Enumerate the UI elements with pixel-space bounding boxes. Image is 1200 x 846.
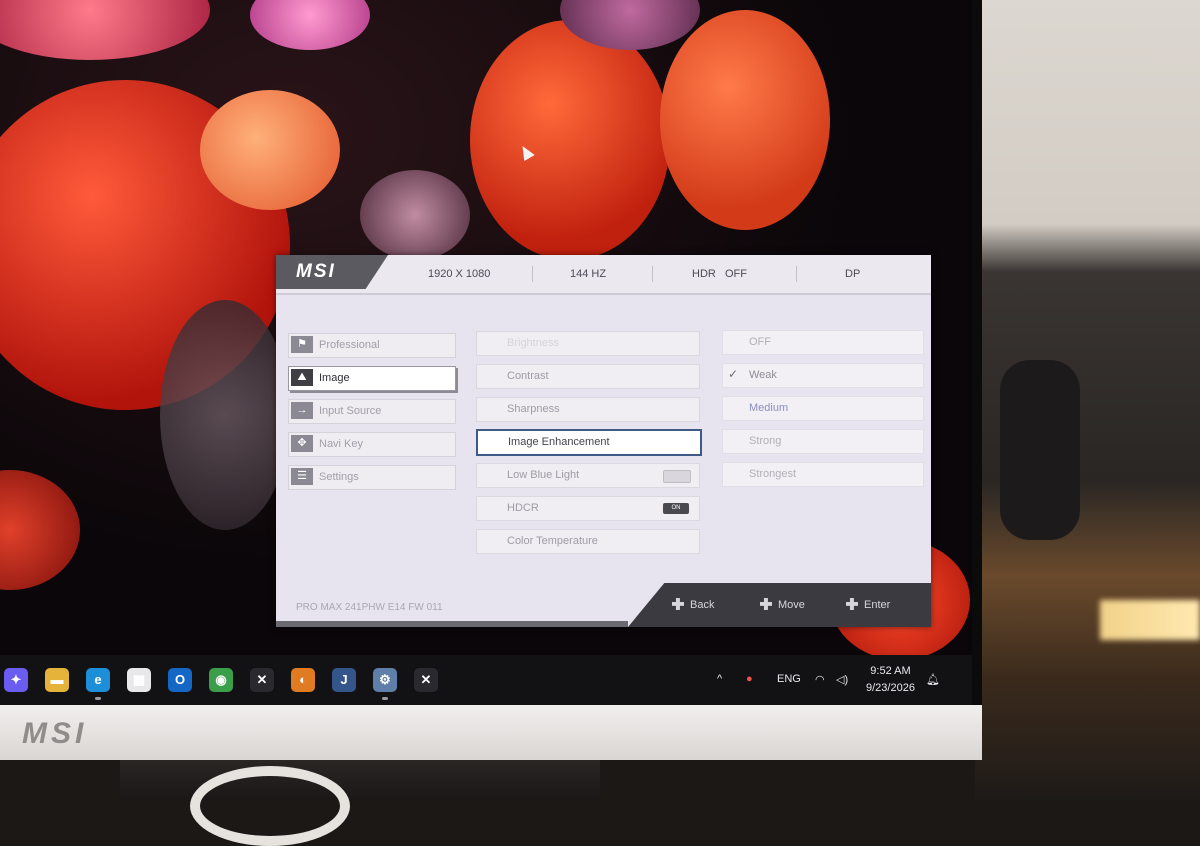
menu-label: Input Source: [319, 405, 382, 417]
joystick-icon: ✥: [291, 435, 313, 452]
notification-status-icon[interactable]: ●: [746, 673, 753, 685]
option-strong[interactable]: Strong: [722, 429, 924, 454]
language-indicator[interactable]: ENG: [777, 673, 801, 685]
navi-key-icon: [672, 598, 684, 610]
submenu-contrast[interactable]: Contrast: [476, 364, 700, 389]
submenu-label: Brightness: [507, 337, 559, 349]
sliders-icon: ☰: [291, 468, 313, 485]
status-divider: [652, 266, 653, 282]
submenu-label: Sharpness: [507, 403, 560, 415]
arrow-right-icon: →: [291, 402, 313, 419]
capcut-icon-2[interactable]: ✕: [414, 668, 438, 692]
background-lamp: [1100, 600, 1200, 640]
submenu-low-blue-light[interactable]: Low Blue Light: [476, 463, 700, 488]
option-strongest[interactable]: Strongest: [722, 462, 924, 487]
submenu-label: Color Temperature: [507, 535, 598, 547]
osd-menu-navi-key[interactable]: ✥ Navi Key: [288, 432, 456, 457]
menu-label: Navi Key: [319, 438, 364, 450]
running-app-indicator: [95, 697, 101, 700]
menu-label: Image: [319, 372, 350, 384]
submenu-sharpness[interactable]: Sharpness: [476, 397, 700, 422]
hdr-label: HDR: [692, 268, 716, 280]
nav-move-hint[interactable]: Move: [760, 598, 805, 611]
status-divider: [796, 266, 797, 282]
jpeg-viewer-icon[interactable]: J: [332, 668, 356, 692]
capcut-icon[interactable]: ✕: [250, 668, 274, 692]
osd-menu-image[interactable]: ⛰ Image: [288, 366, 456, 391]
submenu-label: HDCR: [507, 502, 539, 514]
monitor-stand: [120, 760, 600, 800]
navi-key-icon: [846, 598, 858, 610]
submenu-label: Low Blue Light: [507, 469, 580, 481]
outlook-icon[interactable]: O: [168, 668, 192, 692]
copilot-icon[interactable]: ✦: [4, 668, 28, 692]
option-weak[interactable]: ✓ Weak: [722, 363, 924, 388]
refresh-rate-readout: 144 HZ: [570, 268, 607, 280]
nav-enter-hint[interactable]: Enter: [846, 598, 890, 611]
menu-label: Settings: [319, 471, 359, 483]
nav-back-label: Back: [690, 599, 715, 611]
osd-menu-settings[interactable]: ☰ Settings: [288, 465, 456, 490]
low-blue-light-toggle[interactable]: [663, 470, 691, 483]
input-readout: DP: [845, 268, 861, 280]
osd-brand-logo: MSI: [276, 255, 388, 289]
option-medium[interactable]: Medium: [722, 396, 924, 421]
notifications-bell-icon[interactable]: 🔔︎: [926, 673, 940, 686]
submenu-brightness[interactable]: Brightness: [476, 331, 700, 356]
nav-move-label: Move: [778, 599, 805, 611]
osd-bottom-edge: [276, 621, 628, 627]
submenu-image-enhancement[interactable]: Image Enhancement: [476, 429, 702, 456]
edge-icon[interactable]: e: [86, 668, 110, 692]
checkmark-icon: ✓: [728, 367, 739, 381]
osd-brand-text: MSI: [296, 261, 336, 282]
monitor-osd-panel: MSI 1920 X 1080 144 HZ HDR OFF DP ⚑ Prof…: [276, 255, 931, 627]
resolution-readout: 1920 X 1080: [428, 268, 491, 280]
status-divider: [532, 266, 533, 282]
model-firmware-info: PRO MAX 241PHW E14 FW 011: [296, 602, 443, 613]
taskbar-clock[interactable]: 9:52 AM 9/23/2026: [866, 663, 915, 697]
navi-key-icon: [760, 598, 772, 610]
file-explorer-icon[interactable]: ▬: [45, 668, 69, 692]
microsoft-store-icon[interactable]: ▦: [127, 668, 151, 692]
volume-icon[interactable]: ◁): [836, 673, 848, 686]
background-chair: [1000, 360, 1080, 540]
wifi-icon[interactable]: ◠: [815, 673, 825, 686]
running-app-indicator: [382, 697, 388, 700]
image-icon: ⛰: [291, 369, 313, 386]
submenu-color-temperature[interactable]: Color Temperature: [476, 529, 700, 554]
hdr-value: OFF: [725, 268, 747, 280]
blender-icon[interactable]: ◐: [291, 668, 315, 692]
tray-overflow-chevron-icon[interactable]: ^: [717, 673, 722, 685]
menu-label: Professional: [319, 339, 380, 351]
option-label: Weak: [749, 369, 777, 381]
nav-back-hint[interactable]: Back: [672, 598, 714, 611]
hdcr-toggle[interactable]: ON: [663, 503, 689, 514]
option-label: Medium: [749, 402, 789, 414]
desktop-wallpaper: MSI 1920 X 1080 144 HZ HDR OFF DP ⚑ Prof…: [0, 0, 972, 655]
stand-base-ring: [190, 766, 350, 846]
submenu-label: Contrast: [507, 370, 549, 382]
windows-taskbar: ✦ ▬ e ▦ O ◉ ✕ ◐ J ⚙ ✕ ^ ● ENG ◠ ◁) 9:52 AM 9/23/20…: [0, 655, 972, 705]
osd-menu-input-source[interactable]: → Input Source: [288, 399, 456, 424]
chrome-icon[interactable]: ◉: [209, 668, 233, 692]
settings-gear-icon[interactable]: ⚙: [373, 668, 397, 692]
submenu-hdcr[interactable]: HDCR ON: [476, 496, 700, 521]
option-label: OFF: [749, 336, 771, 348]
monitor-bezel: MSI 1920 X 1080 144 HZ HDR OFF DP ⚑ Prof…: [0, 0, 982, 705]
submenu-label: Image Enhancement: [508, 436, 610, 448]
monitor-chin: MSI: [0, 705, 982, 760]
osd-menu-professional[interactable]: ⚑ Professional: [288, 333, 456, 358]
bezel-logo: MSI: [22, 717, 88, 750]
flag-icon: ⚑: [291, 336, 313, 353]
osd-status-bar: MSI 1920 X 1080 144 HZ HDR OFF DP: [276, 255, 931, 295]
option-label: Strong: [749, 435, 782, 447]
option-off[interactable]: OFF: [722, 330, 924, 355]
clock-time: 9:52 AM: [870, 665, 911, 677]
clock-date: 9/23/2026: [866, 682, 915, 694]
option-label: Strongest: [749, 468, 797, 480]
nav-enter-label: Enter: [864, 599, 891, 611]
